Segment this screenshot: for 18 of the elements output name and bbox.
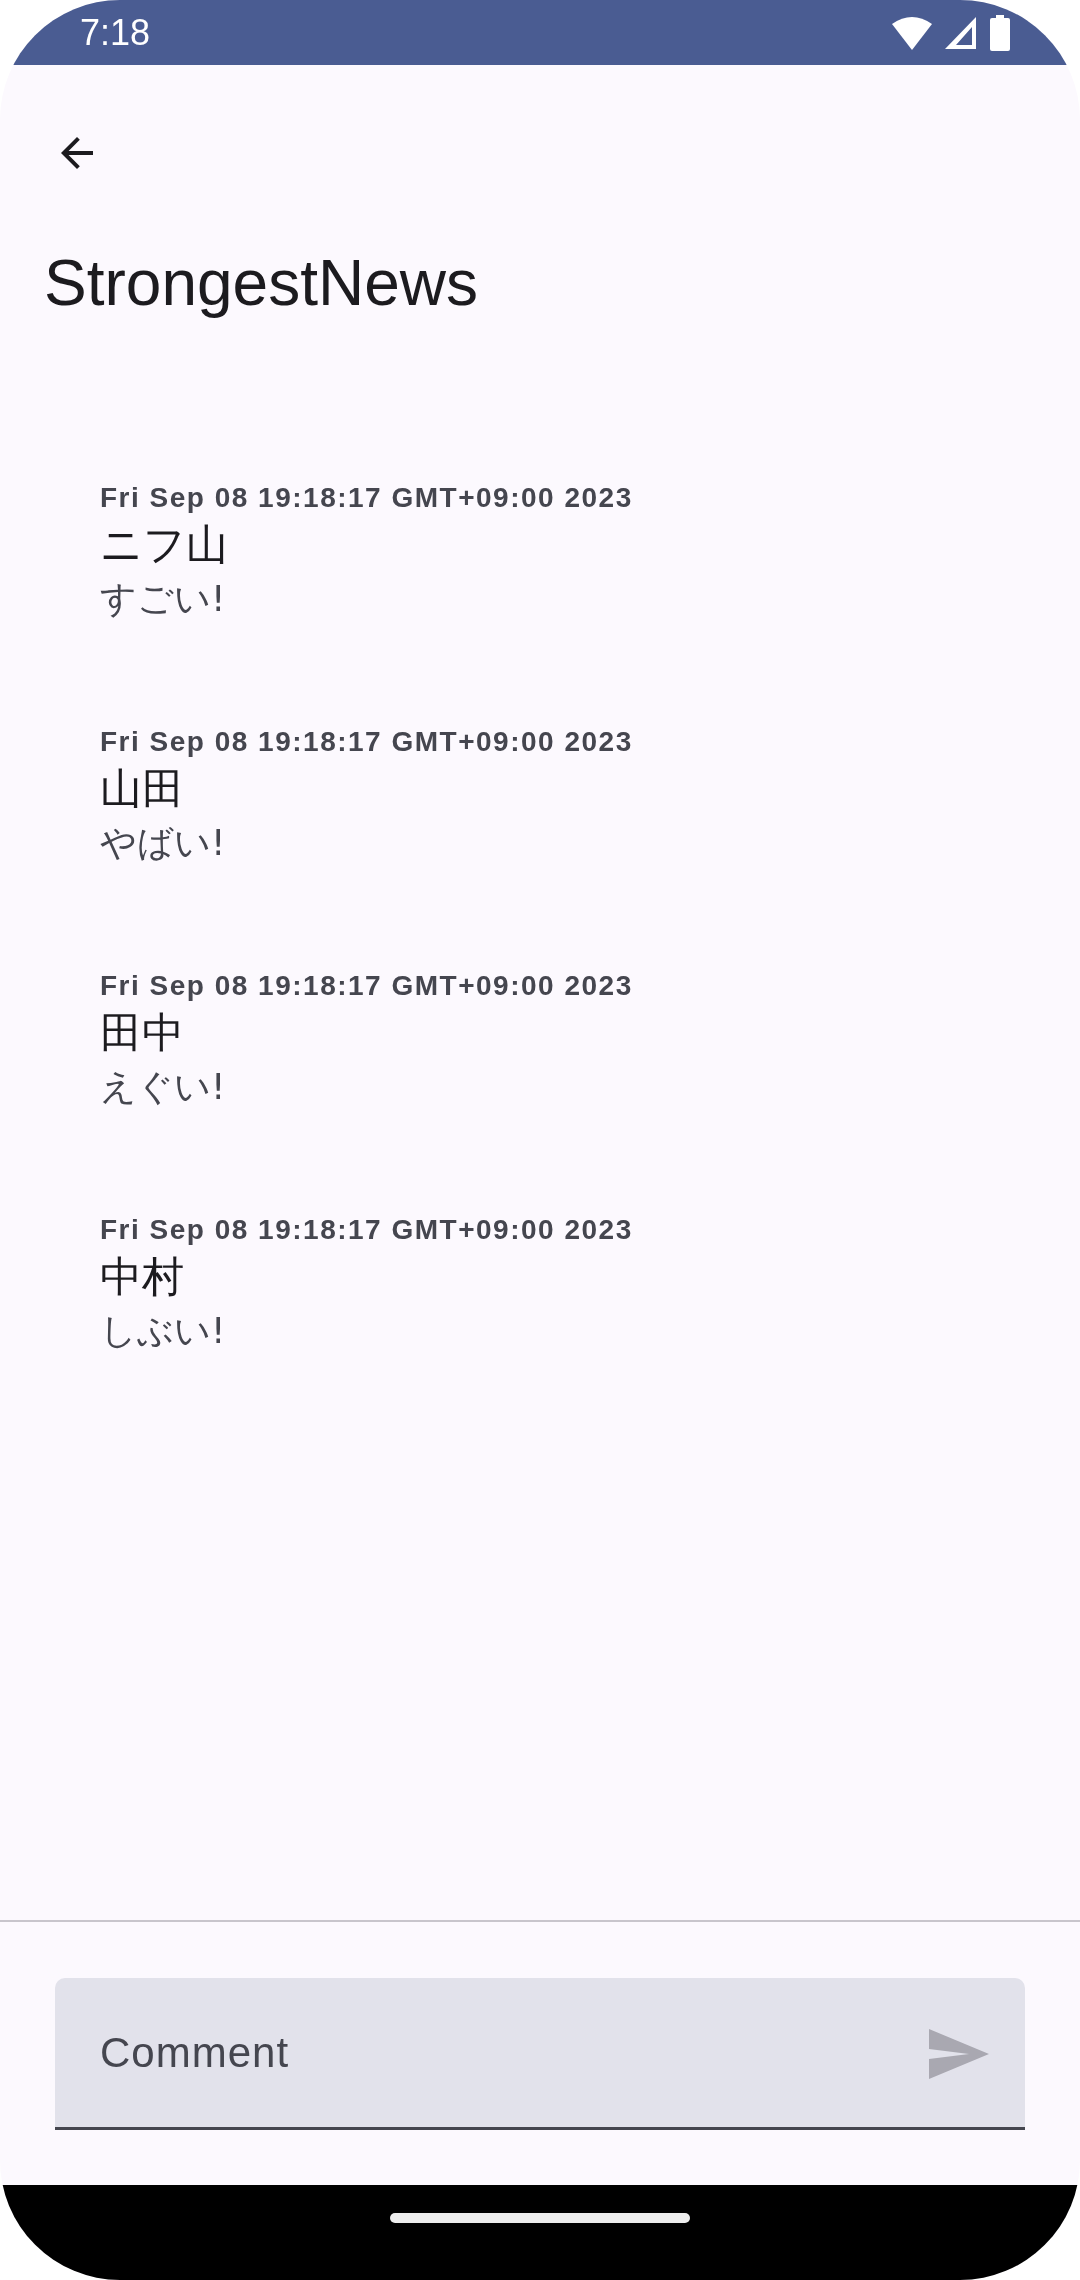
battery-icon [990, 14, 1010, 51]
comment-date: Fri Sep 08 19:18:17 GMT+09:00 2023 [100, 969, 633, 1003]
comment-field[interactable]: Comment [55, 1978, 1025, 2130]
status-time: 7:18 [80, 11, 151, 54]
comment-date: Fri Sep 08 19:18:17 GMT+09:00 2023 [100, 481, 633, 515]
comment-author: 中村 [100, 1251, 184, 1303]
comment-author: 田中 [100, 1007, 184, 1059]
comment-text: やばい! [100, 821, 226, 865]
app-title: StrongestNews [43, 246, 478, 320]
comment-text: しぶい! [100, 1309, 226, 1353]
comment-author: ニフ山 [100, 519, 228, 571]
signal-icon [944, 15, 978, 50]
comment-date: Fri Sep 08 19:18:17 GMT+09:00 2023 [100, 725, 633, 759]
comment-text: すごい! [100, 577, 226, 621]
comment-date: Fri Sep 08 19:18:17 GMT+09:00 2023 [100, 1213, 633, 1247]
comment-author: 山田 [100, 763, 184, 815]
wifi-icon [892, 15, 932, 50]
comment-text: えぐい! [100, 1065, 226, 1109]
